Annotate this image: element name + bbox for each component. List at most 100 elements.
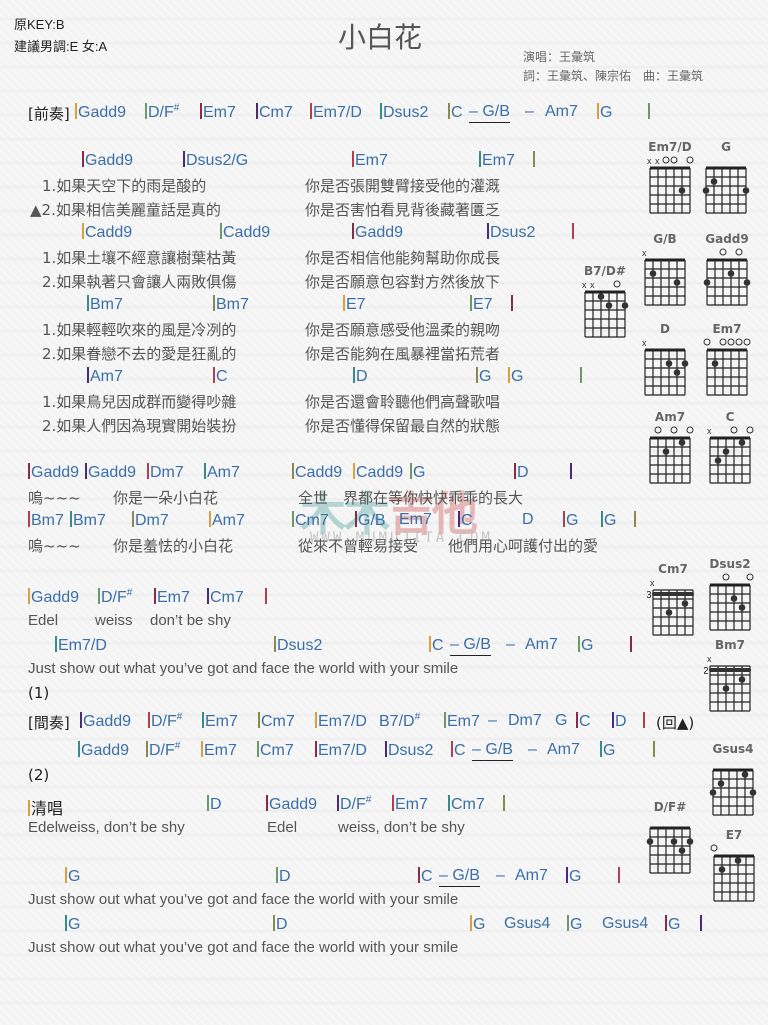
chord-label[interactable]: D/F# bbox=[101, 588, 132, 606]
chord-label[interactable]: Em7 bbox=[482, 152, 515, 169]
chord-label[interactable]: Em7 bbox=[395, 796, 428, 813]
chord-label[interactable]: Am7 bbox=[547, 741, 580, 758]
chord-label[interactable]: Em7/D bbox=[58, 637, 107, 654]
chord-label[interactable]: Cadd9 bbox=[85, 224, 132, 241]
chord-label[interactable]: D/F# bbox=[149, 741, 180, 759]
chord-label[interactable]: Bm7 bbox=[90, 296, 123, 313]
chord-label[interactable]: D bbox=[279, 868, 291, 885]
chord-label[interactable]: D bbox=[517, 464, 529, 481]
chord-label[interactable]: – bbox=[525, 103, 534, 120]
chord-label[interactable]: – bbox=[488, 712, 497, 729]
chord-label[interactable]: G bbox=[413, 464, 425, 481]
chord-label[interactable]: D bbox=[522, 511, 534, 528]
chord-label[interactable]: Dsus2 bbox=[383, 104, 428, 121]
chord-label[interactable]: Dsus2 bbox=[490, 224, 535, 241]
chord-label[interactable]: C bbox=[421, 868, 433, 885]
chord-label[interactable]: Gadd9 bbox=[81, 742, 129, 759]
chord-label[interactable]: Am7 bbox=[525, 636, 558, 653]
chord-label[interactable]: G bbox=[603, 742, 615, 759]
chord-label[interactable]: Em7 bbox=[204, 742, 237, 759]
chord-label[interactable]: Bm7 bbox=[216, 296, 249, 313]
chord-label[interactable]: Gadd9 bbox=[78, 104, 126, 121]
chord-label[interactable]: C bbox=[451, 104, 463, 121]
chord-label[interactable]: Gadd9 bbox=[31, 464, 79, 481]
chord-label[interactable]: G bbox=[566, 512, 578, 529]
chord-label[interactable]: Cm7 bbox=[260, 742, 294, 759]
chord-label[interactable]: Bm7 bbox=[31, 512, 64, 529]
chord-label[interactable]: G bbox=[581, 637, 593, 654]
chord-label[interactable]: G bbox=[570, 916, 582, 933]
chord-label[interactable]: Gadd9 bbox=[83, 713, 131, 730]
chord-label[interactable]: Gadd9 bbox=[88, 464, 136, 481]
chord-label[interactable]: C bbox=[216, 368, 228, 385]
chord-label[interactable]: – G/B bbox=[439, 867, 480, 887]
chord-label[interactable]: – G/B bbox=[450, 636, 491, 656]
chord-label[interactable]: Em7/D bbox=[313, 104, 362, 121]
chord-label[interactable]: Em7/D bbox=[318, 742, 367, 759]
chord-label[interactable]: C bbox=[454, 742, 466, 759]
chord-label[interactable]: Cm7 bbox=[210, 589, 244, 606]
chord-label[interactable]: G bbox=[668, 916, 680, 933]
chord-label[interactable]: Dsus2 bbox=[277, 637, 322, 654]
chord-label[interactable]: G bbox=[511, 368, 523, 385]
chord-label[interactable]: – G/B bbox=[469, 103, 510, 123]
chord-label[interactable]: Cm7 bbox=[261, 713, 295, 730]
chord-label[interactable]: D bbox=[276, 916, 288, 933]
chord-label[interactable]: C bbox=[461, 512, 473, 529]
chord-label[interactable]: Em7 bbox=[447, 713, 480, 730]
chord-label[interactable]: G bbox=[68, 916, 80, 933]
chord-label[interactable]: Cm7 bbox=[295, 512, 329, 529]
chord-label[interactable]: Gadd9 bbox=[85, 152, 133, 169]
chord-label[interactable]: B7/D# bbox=[379, 712, 420, 730]
chord-label[interactable]: Cadd9 bbox=[295, 464, 342, 481]
chord-label[interactable]: G bbox=[473, 916, 485, 933]
chord-label[interactable]: G bbox=[555, 712, 567, 729]
chord-label[interactable]: Dm7 bbox=[135, 512, 169, 529]
chord-label[interactable]: D bbox=[210, 796, 222, 813]
chord-label[interactable]: Em7/D bbox=[318, 713, 367, 730]
chord-label[interactable]: Gadd9 bbox=[269, 796, 317, 813]
chord-label[interactable]: E7 bbox=[346, 296, 366, 313]
chord-label[interactable]: Bm7 bbox=[73, 512, 106, 529]
chord-label[interactable]: Gadd9 bbox=[31, 589, 79, 606]
chord-label[interactable]: Am7 bbox=[90, 368, 123, 385]
chord-label[interactable]: Em7 bbox=[203, 104, 236, 121]
chord-label[interactable]: Am7 bbox=[212, 512, 245, 529]
chord-label[interactable]: Dm7 bbox=[150, 464, 184, 481]
chord-label[interactable]: Am7 bbox=[515, 867, 548, 884]
chord-label[interactable]: G bbox=[479, 368, 491, 385]
chord-label[interactable]: Cadd9 bbox=[223, 224, 270, 241]
chord-label[interactable]: Dm7 bbox=[508, 712, 542, 729]
chord-label[interactable]: Am7 bbox=[207, 464, 240, 481]
chord-label[interactable]: Em7 bbox=[355, 152, 388, 169]
chord-label[interactable]: Dsus2 bbox=[388, 742, 433, 759]
chord-label[interactable]: Em7 bbox=[205, 713, 238, 730]
chord-label[interactable]: – bbox=[528, 741, 537, 758]
chord-label[interactable]: D bbox=[356, 368, 368, 385]
chord-label[interactable]: Gadd9 bbox=[355, 224, 403, 241]
chord-label[interactable]: E7 bbox=[473, 296, 493, 313]
chord-label[interactable]: Gsus4 bbox=[602, 915, 648, 932]
chord-label[interactable]: Am7 bbox=[545, 103, 578, 120]
chord-label[interactable]: G bbox=[569, 868, 581, 885]
chord-label[interactable]: D/F# bbox=[151, 712, 182, 730]
chord-label[interactable]: G bbox=[604, 512, 616, 529]
chord-label[interactable]: D bbox=[615, 713, 627, 730]
chord-label[interactable]: Cm7 bbox=[451, 796, 485, 813]
chord-label[interactable]: Cadd9 bbox=[356, 464, 403, 481]
chord-label[interactable]: – G/B bbox=[472, 741, 513, 761]
chord-label[interactable]: G bbox=[68, 868, 80, 885]
chord-label[interactable]: D/F# bbox=[148, 103, 179, 121]
chord-label[interactable]: Em7 bbox=[157, 589, 190, 606]
chord-label[interactable]: G/B bbox=[358, 512, 386, 529]
chord-label[interactable]: G bbox=[600, 104, 612, 121]
chord-label[interactable]: Em7 bbox=[399, 511, 432, 528]
chord-label[interactable]: Gsus4 bbox=[504, 915, 550, 932]
chord-label[interactable]: Dsus2/G bbox=[186, 152, 248, 169]
chord-label[interactable]: D/F# bbox=[340, 795, 371, 813]
chord-label[interactable]: C bbox=[432, 637, 444, 654]
chord-label[interactable]: – bbox=[496, 867, 505, 884]
chord-label[interactable]: Cm7 bbox=[259, 104, 293, 121]
chord-label[interactable]: – bbox=[506, 636, 515, 653]
chord-label[interactable]: C bbox=[579, 713, 591, 730]
